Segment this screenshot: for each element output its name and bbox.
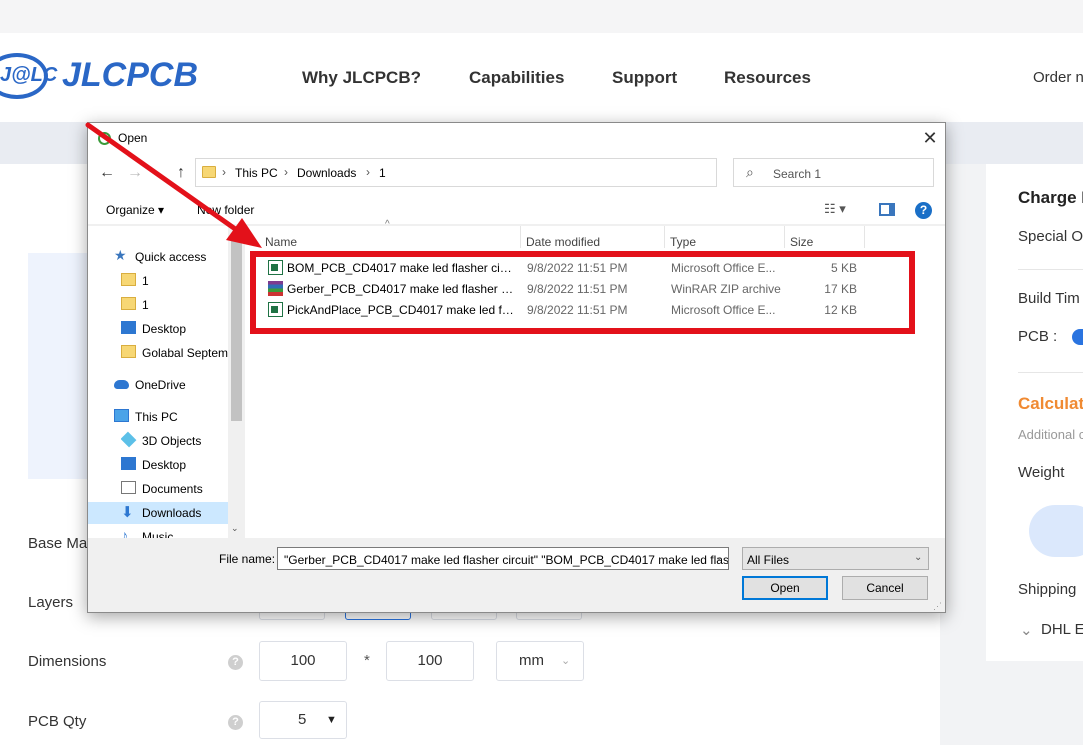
arrow-head — [226, 218, 262, 248]
arrow-shaft — [85, 122, 251, 241]
annotation-arrow — [85, 122, 262, 248]
